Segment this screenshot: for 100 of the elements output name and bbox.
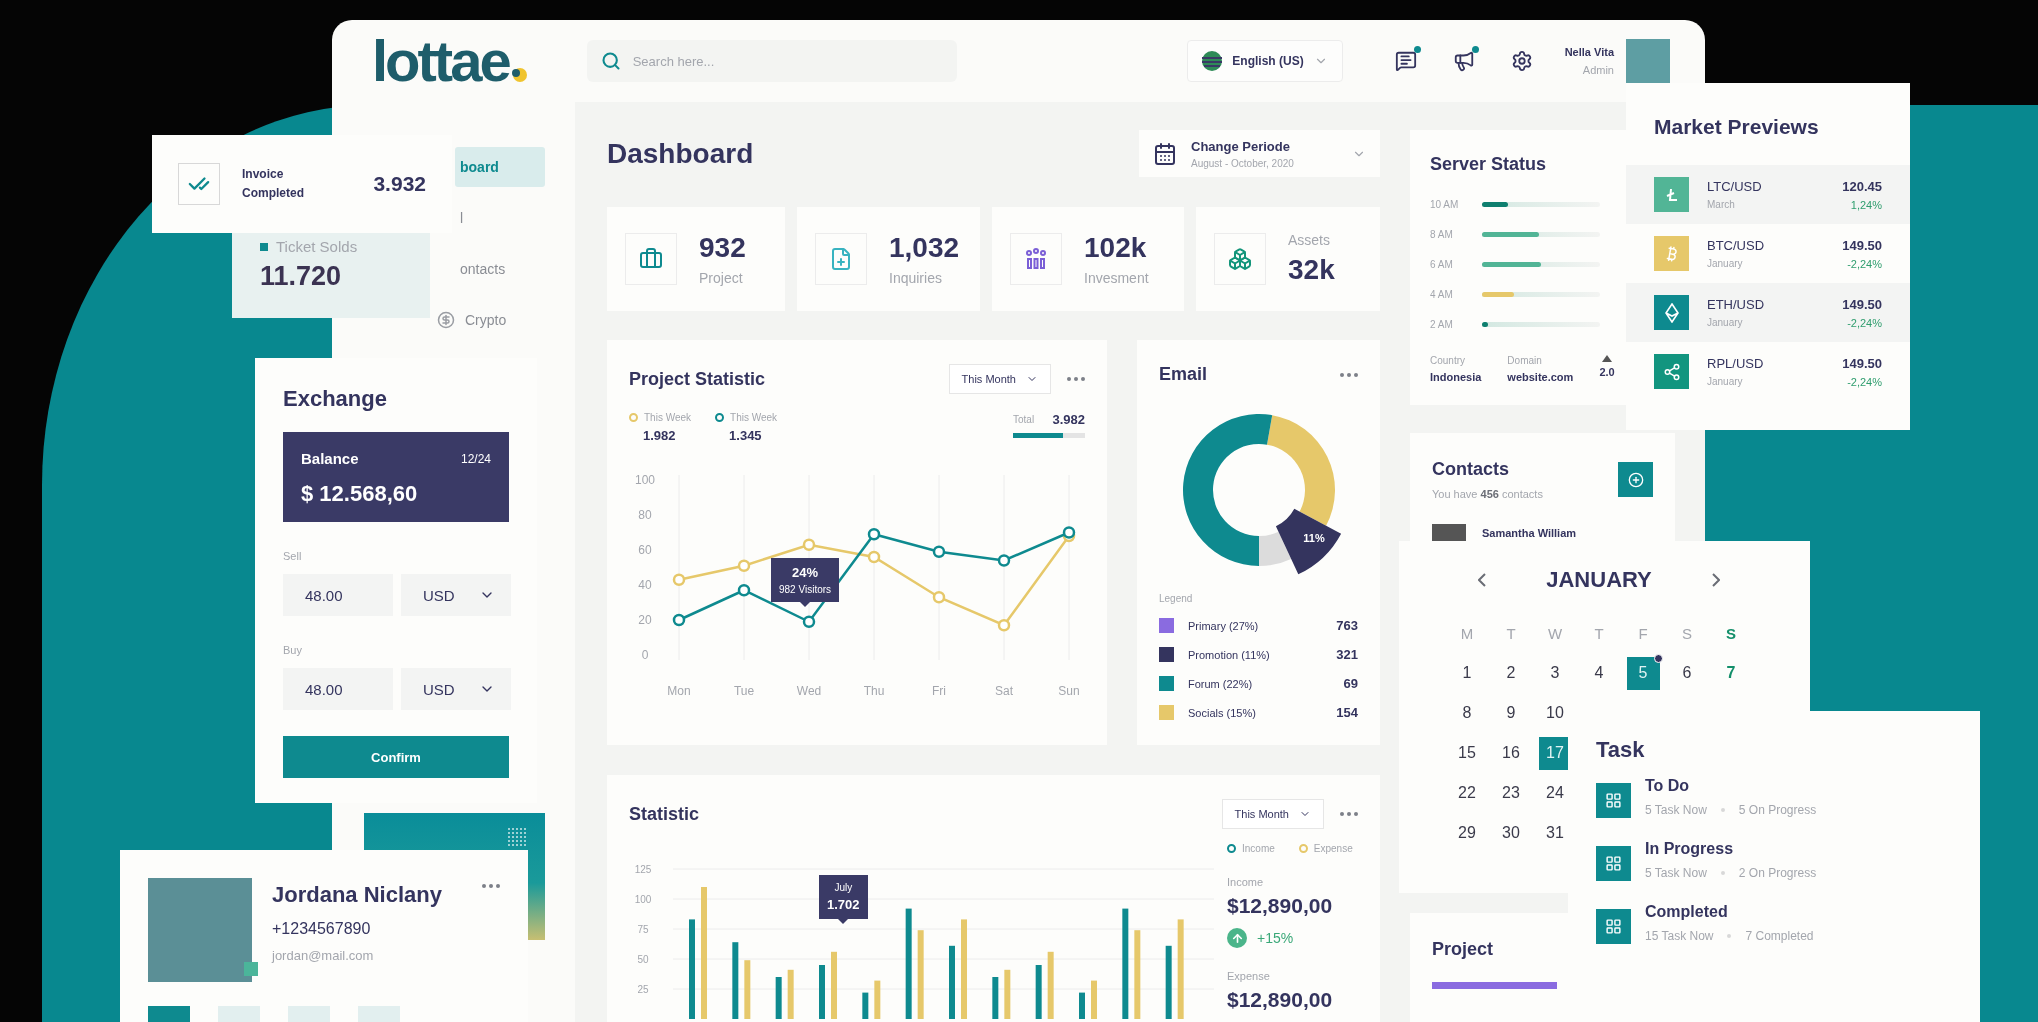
search-icon [600,51,621,71]
legend-label: Expense [1313,843,1353,854]
grid-icon [1605,792,1622,809]
calendar-icon [1153,141,1177,166]
stat-value: 32k [1288,254,1335,286]
coin-change: -2,24% [1847,257,1882,270]
calendar-day[interactable]: 30 [1494,816,1528,850]
currency-select[interactable]: USD [401,574,511,616]
calendar-day[interactable]: 22 [1450,776,1484,810]
more-icon [1067,377,1085,381]
data-point [867,528,881,541]
add-button[interactable] [1618,462,1653,497]
bar [862,992,869,1019]
page-title: Dashboard [607,137,754,170]
task-count: 5 Task Now [1645,803,1707,817]
data-point [737,559,751,572]
data-point [672,613,686,627]
calendar-day[interactable]: 23 [1494,776,1528,810]
legend-label: Primary (27%) [1188,619,1259,632]
more-button[interactable] [1340,372,1358,377]
logo: lottae [372,32,509,90]
currency-select[interactable]: USD [401,668,511,710]
data-point [867,550,881,564]
weekday-label: T [1506,624,1516,642]
weekday-label: F [1638,624,1648,642]
coin-period: January [1707,317,1744,328]
contacts-count: You have 456 contacts [1432,488,1543,500]
next-button[interactable] [1711,573,1720,587]
calendar-day[interactable]: 10 [1538,696,1572,730]
invoice-label: Invoice Completed [242,166,305,202]
calendar-day[interactable]: 24 [1538,776,1572,810]
amount-field[interactable]: 48.00 [283,574,393,616]
info-value: Indonesia [1430,371,1482,383]
calendar-day[interactable]: 2 [1494,656,1528,690]
axis-label: Sat [995,684,1013,698]
add-icon [1627,471,1644,488]
info-value: website.com [1507,371,1574,383]
message-icon [1394,50,1417,72]
weekday-label: S [1682,624,1692,642]
period-filter[interactable]: This Month [948,364,1051,394]
coin-change: -2,24% [1847,316,1882,329]
coin-change: 1,24% [1850,198,1882,211]
bar [1079,992,1085,1019]
language-select[interactable]: English (US) [1187,40,1343,82]
period-select[interactable]: Change Periode August - October, 2020 [1139,130,1380,177]
calendar-day[interactable]: 3 [1538,656,1572,690]
calendar-day[interactable]: 5 [1626,656,1660,690]
previous-button[interactable] [1478,573,1487,587]
period-filter[interactable]: This Month [1221,799,1324,829]
axis-label: Mon [667,684,691,698]
legend-title: Legend [1159,593,1194,604]
card-title: Project Statistic [629,368,766,390]
legend-value: 154 [1336,705,1358,720]
stat-value: 102k [1084,232,1148,264]
chevron-left-icon [1478,573,1487,587]
calendar-day[interactable]: 1 [1450,656,1484,690]
calendar-day[interactable]: 8 [1450,696,1484,730]
coin-pair: RPL/USD [1707,356,1764,371]
total-label: Total [1013,414,1035,425]
legend-value: 321 [1336,647,1358,662]
confirm-button[interactable]: Confirm [283,736,509,778]
dot-grid-icon [507,827,527,847]
axis-label: 80 [638,508,652,522]
legend-label: This Week [644,412,692,423]
bar [819,965,825,1019]
calendar-day[interactable]: 7 [1714,656,1748,690]
tooltip-caption: 982 Visitors [779,584,832,595]
amount-field[interactable]: 48.00 [283,668,393,710]
contact-name: Samantha William [1482,527,1577,539]
calendar-day[interactable]: 4 [1582,656,1616,690]
card-title: Exchange [283,386,388,412]
info-label: Domain [1507,355,1543,366]
axis-label: Tue [733,684,755,698]
task-count: 15 Task Now [1645,929,1714,943]
calendar-day[interactable]: 29 [1450,816,1484,850]
bar [744,960,751,1019]
stat-value: 1,032 [889,232,960,264]
axis-label: 60 [638,543,652,557]
stat-label: Invesment [1084,270,1149,286]
more-button[interactable] [1340,812,1358,816]
axis-label: 40 [638,578,652,592]
task-status: 5 On Progress [1738,803,1817,817]
data-point [997,619,1011,632]
bar [787,969,794,1019]
percent-label: 11% [1302,532,1325,544]
legend-value: 69 [1343,676,1358,691]
calendar-day[interactable]: 6 [1670,656,1704,690]
search-field[interactable]: Search here... [586,40,957,82]
task-name: To Do [1645,777,1691,795]
calendar-day[interactable]: 15 [1450,736,1484,770]
summary-label: Income [1227,876,1265,888]
more-button[interactable] [482,884,500,888]
calendar-day[interactable]: 31 [1538,816,1572,850]
more-icon [482,884,500,888]
more-button[interactable] [1067,377,1085,381]
invoice-value: 3.932 [373,172,426,196]
data-point [802,538,816,551]
calendar-day[interactable]: 16 [1494,736,1528,770]
calendar-day[interactable]: 9 [1494,696,1528,730]
bar [1047,951,1054,1019]
